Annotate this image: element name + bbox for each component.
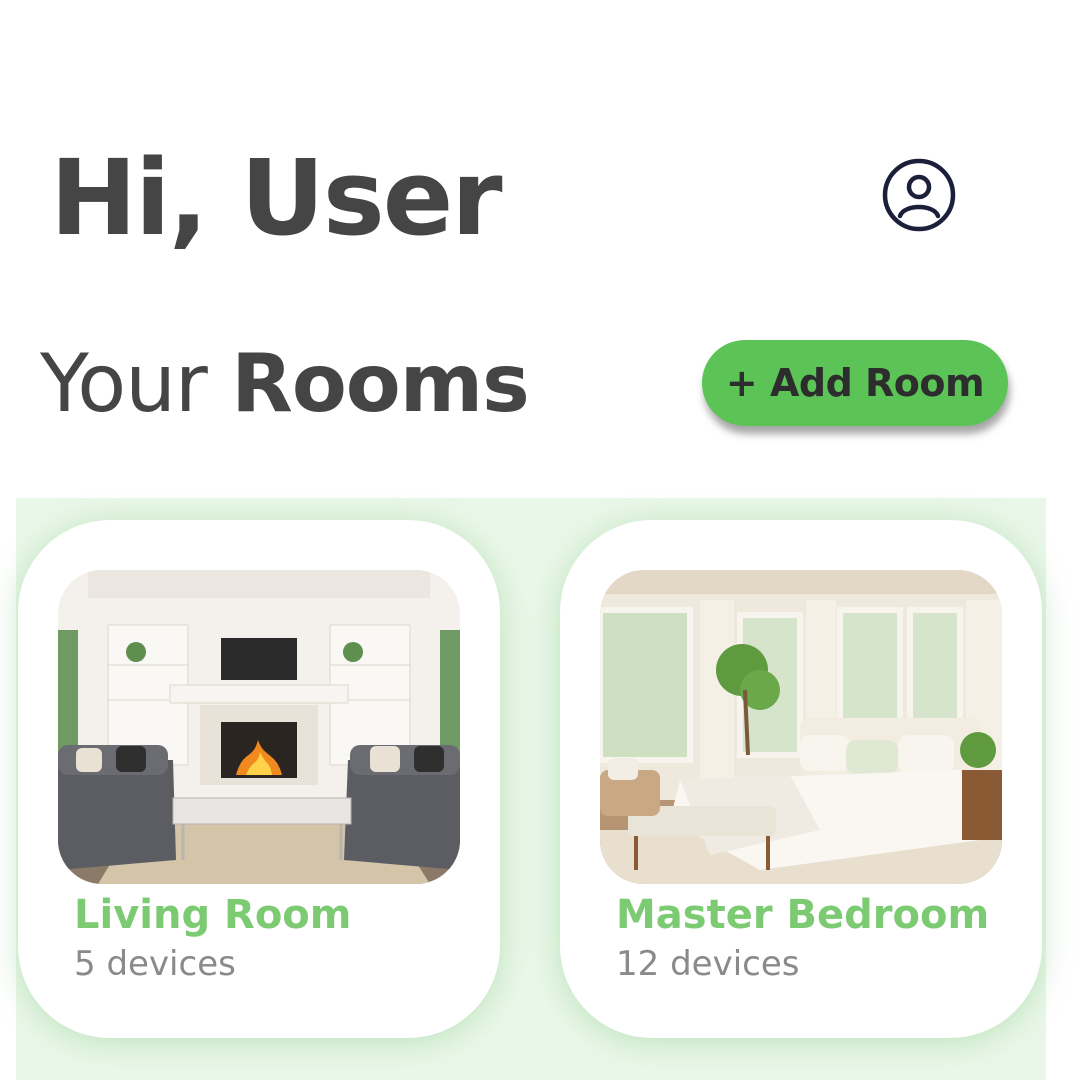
profile-button[interactable] bbox=[882, 158, 956, 232]
add-room-button[interactable]: + Add Room bbox=[702, 340, 1008, 426]
room-device-count: 12 devices bbox=[616, 944, 800, 984]
section-title-bold: Rooms bbox=[231, 337, 529, 430]
user-circle-icon bbox=[882, 158, 956, 232]
living-room-photo bbox=[58, 570, 460, 884]
section-title: Your Rooms bbox=[40, 336, 530, 432]
room-card-living-room[interactable]: Living Room 5 devices bbox=[18, 520, 500, 1038]
room-name: Master Bedroom bbox=[616, 892, 990, 938]
bedroom-photo bbox=[600, 570, 1002, 884]
room-device-count: 5 devices bbox=[74, 944, 236, 984]
section-title-light: Your bbox=[40, 337, 208, 430]
home-screen: Hi, User Your Rooms + Add Room Living Ro… bbox=[0, 0, 1080, 1080]
room-name: Living Room bbox=[74, 892, 352, 938]
greeting-title: Hi, User bbox=[50, 137, 503, 259]
room-card-master-bedroom[interactable]: Master Bedroom 12 devices bbox=[560, 520, 1042, 1038]
